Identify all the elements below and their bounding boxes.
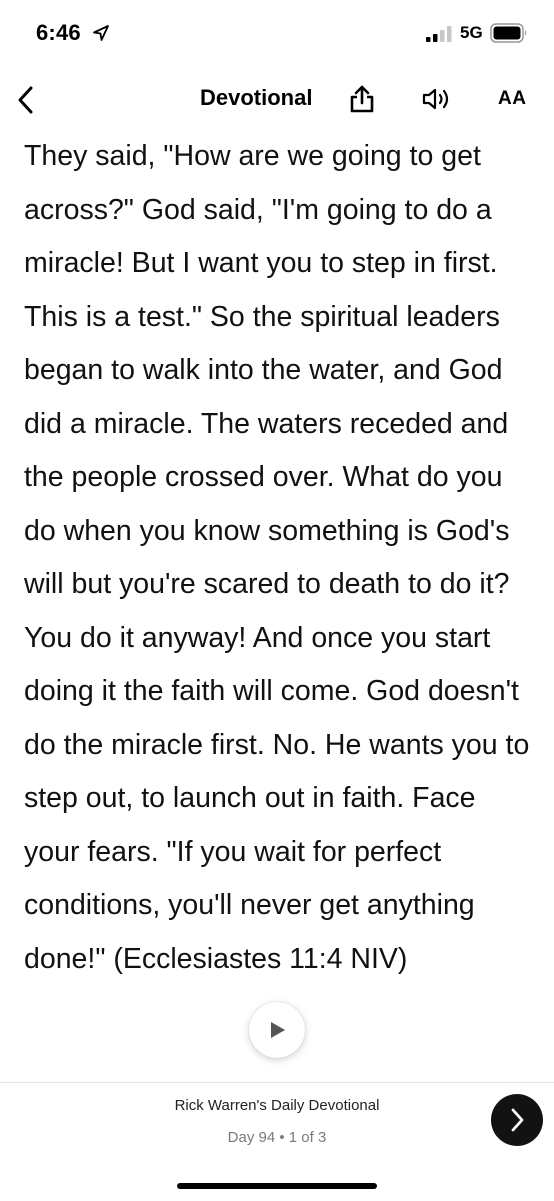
- battery-icon: [490, 23, 527, 43]
- share-button[interactable]: [346, 82, 378, 116]
- nav-header: Devotional AA: [0, 70, 554, 128]
- chevron-right-icon: [511, 1108, 524, 1132]
- devotional-text: They said, "How are we going to get acro…: [24, 140, 530, 975]
- plan-title: Rick Warren's Daily Devotional: [174, 1097, 380, 1114]
- plan-progress: Day 94 • 1 of 3: [227, 1129, 327, 1146]
- play-icon: [271, 1022, 285, 1038]
- audio-button[interactable]: [420, 84, 454, 114]
- location-arrow-icon: [93, 25, 109, 41]
- network-type: 5G: [460, 23, 483, 42]
- status-time: 6:46: [36, 20, 81, 45]
- chevron-left-icon: [18, 86, 33, 114]
- status-bar: 6:46 5G: [0, 0, 554, 70]
- back-button[interactable]: [8, 80, 44, 120]
- home-indicator[interactable]: [177, 1183, 377, 1189]
- cellular-signal-icon: [426, 26, 452, 42]
- text-size-button[interactable]: AA: [498, 88, 526, 110]
- page-title: Devotional: [200, 85, 313, 110]
- next-button[interactable]: [491, 1094, 543, 1146]
- share-icon: [350, 85, 374, 113]
- speaker-icon: [422, 88, 449, 110]
- plan-footer: Rick Warren's Daily Devotional Day 94 • …: [0, 1082, 554, 1201]
- play-button[interactable]: [249, 1002, 305, 1058]
